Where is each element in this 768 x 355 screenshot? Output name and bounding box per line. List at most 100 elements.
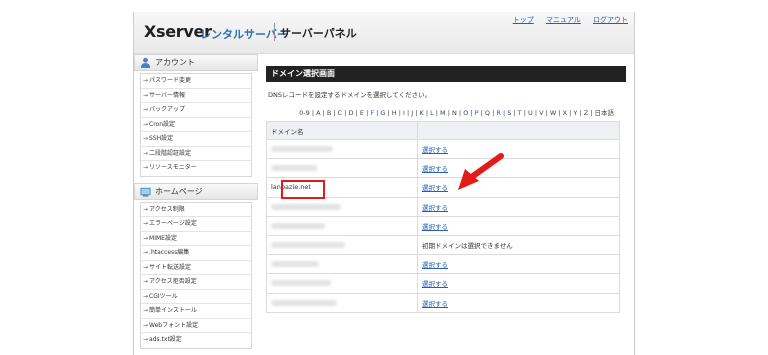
redacted-domain: [271, 146, 333, 153]
homepage-section-title: ホームページ: [155, 186, 203, 196]
redacted-domain: [271, 299, 337, 306]
homepage-menu-item[interactable]: →ads.txt設定: [141, 333, 251, 348]
account-menu-item-label: サーバー情報: [149, 91, 185, 99]
arrow-icon: →: [143, 120, 149, 128]
action-cell: 選択する: [417, 254, 620, 275]
homepage-menu-item-label: ads.txt設定: [149, 336, 182, 343]
action-cell: 選択する: [417, 196, 620, 217]
homepage-menu-item-label: サイト転送設定: [149, 263, 192, 271]
select-domain-link[interactable]: 選択する: [422, 280, 448, 288]
domain-cell: [266, 138, 418, 160]
homepage-menu-item-label: MIME設定: [149, 234, 177, 242]
homepage-menu-item[interactable]: →サイト転送設定: [141, 261, 251, 275]
table-row: 選択する: [266, 215, 620, 236]
redacted-domain: [271, 165, 317, 172]
account-section-header: アカウント: [134, 54, 258, 71]
homepage-menu-item[interactable]: →.htaccess編集: [141, 246, 251, 261]
homepage-section-header: ホームページ: [134, 182, 258, 200]
arrow-icon: →: [143, 149, 149, 157]
account-menu-item-label: リソースモニター: [149, 164, 197, 171]
homepage-menu-item[interactable]: →エラーページ設定: [141, 217, 251, 232]
manual-link[interactable]: マニュアル: [546, 16, 581, 24]
arrow-icon: →: [143, 321, 149, 329]
arrow-icon: →: [143, 164, 149, 171]
arrow-icon: →: [143, 307, 149, 314]
homepage-menu-item-label: .htaccess編集: [149, 249, 190, 256]
logo-divider: [274, 23, 275, 41]
table-row: 選択する: [266, 138, 620, 160]
redacted-domain: [271, 222, 325, 229]
arrow-icon: →: [143, 263, 149, 271]
account-menu-item-label: SSH設定: [149, 135, 174, 142]
redacted-domain: [271, 280, 331, 287]
homepage-menu-item-label: Webフォント設定: [149, 321, 199, 329]
not-selectable-note: 初期ドメインは選択できません: [422, 242, 513, 251]
home-icon: [140, 187, 151, 197]
table-row: lanpazie.net 選択する: [266, 177, 620, 198]
select-domain-link[interactable]: 選択する: [422, 300, 448, 308]
select-domain-link[interactable]: 選択する: [422, 184, 448, 192]
domain-cell: [266, 292, 418, 313]
table-row: 選択する: [266, 158, 620, 179]
account-section-title: アカウント: [155, 58, 195, 67]
table-row: 選択する: [266, 254, 620, 275]
arrow-icon: →: [143, 234, 149, 242]
select-domain-link[interactable]: 選択する: [422, 223, 448, 231]
arrow-icon: →: [143, 292, 149, 300]
homepage-menu-item[interactable]: →Webフォント設定: [141, 319, 251, 333]
account-menu-item-label: Cron設定: [149, 120, 176, 128]
header: Xserver レンタルサーバー サーバーパネル トップ マニュアル ログアウト: [134, 12, 634, 54]
select-domain-link[interactable]: 選択する: [422, 165, 448, 173]
domain-table: ドメイン名 選択する 選択する lanpazie.net 選択する 選択する 選択する 初期…: [266, 121, 620, 313]
account-menu-item[interactable]: →パスワード変更: [141, 74, 251, 89]
arrow-icon: →: [143, 336, 149, 343]
select-domain-link[interactable]: 選択する: [422, 146, 448, 154]
homepage-menu-item[interactable]: →アクセス制限: [141, 203, 251, 217]
redacted-domain: [271, 242, 345, 249]
action-cell: 選択する: [417, 215, 620, 236]
homepage-menu-item-label: アクセス制限: [149, 205, 185, 213]
account-menu-item[interactable]: →バックアップ: [141, 103, 251, 118]
domain-cell: [266, 234, 418, 256]
homepage-menu-item[interactable]: →アクセス拒否設定: [141, 275, 251, 290]
account-menu-item[interactable]: →サーバー情報: [141, 89, 251, 103]
arrow-icon: →: [143, 278, 149, 285]
domain-cell: [266, 254, 418, 275]
table-row: 初期ドメインは選択できません: [266, 234, 620, 256]
table-row: 選択する: [266, 273, 620, 294]
action-cell: 選択する: [417, 138, 620, 160]
account-menu-item-label: バックアップ: [149, 106, 186, 113]
domain-column-header: ドメイン名: [266, 121, 418, 140]
domain-cell: [266, 215, 418, 236]
account-menu-item[interactable]: →SSH設定: [141, 132, 251, 147]
domain-name: lanpazie.net: [271, 183, 311, 192]
action-column-header: [417, 121, 620, 140]
homepage-menu-item[interactable]: →MIME設定: [141, 232, 251, 246]
homepage-menu-item-label: エラーページ設定: [149, 220, 197, 227]
domain-cell: [266, 158, 418, 179]
account-menu-item[interactable]: →二段階認証設定: [141, 147, 251, 161]
account-menu-item[interactable]: →リソースモニター: [141, 161, 251, 176]
domain-cell: [266, 273, 418, 294]
homepage-menu-item[interactable]: →CGIツール: [141, 290, 251, 304]
logout-link[interactable]: ログアウト: [593, 16, 628, 24]
arrow-icon: →: [143, 249, 149, 256]
arrow-icon: →: [143, 91, 149, 99]
main-content: ドメイン選択画面 DNSレコードを設定するドメインを選択してください。 0-9 …: [266, 66, 626, 313]
page-description: DNSレコードを設定するドメインを選択してください。: [268, 91, 432, 99]
redacted-domain: [271, 203, 341, 210]
select-domain-link[interactable]: 選択する: [422, 261, 448, 269]
homepage-menu-item[interactable]: →簡単インストール: [141, 304, 251, 319]
action-cell: 選択する: [417, 292, 620, 313]
sidebar: アカウント →パスワード変更 →サーバー情報 →バックアップ →Cron設定 →SSH設…: [134, 54, 258, 355]
page-title: ドメイン選択画面: [266, 66, 626, 82]
alphabet-index: 0-9 | A | B | C | D | E | F | G | H | I …: [299, 109, 615, 117]
alphabet-letter: 日本語: [594, 109, 615, 117]
select-domain-link[interactable]: 選択する: [422, 204, 448, 212]
panel-name: サーバーパネル: [280, 27, 357, 40]
top-link[interactable]: トップ: [513, 16, 534, 24]
account-menu-item[interactable]: →Cron設定: [141, 118, 251, 132]
action-cell: 初期ドメインは選択できません: [417, 234, 620, 256]
arrow-icon: →: [143, 77, 149, 84]
header-links: トップ マニュアル ログアウト: [503, 15, 628, 25]
